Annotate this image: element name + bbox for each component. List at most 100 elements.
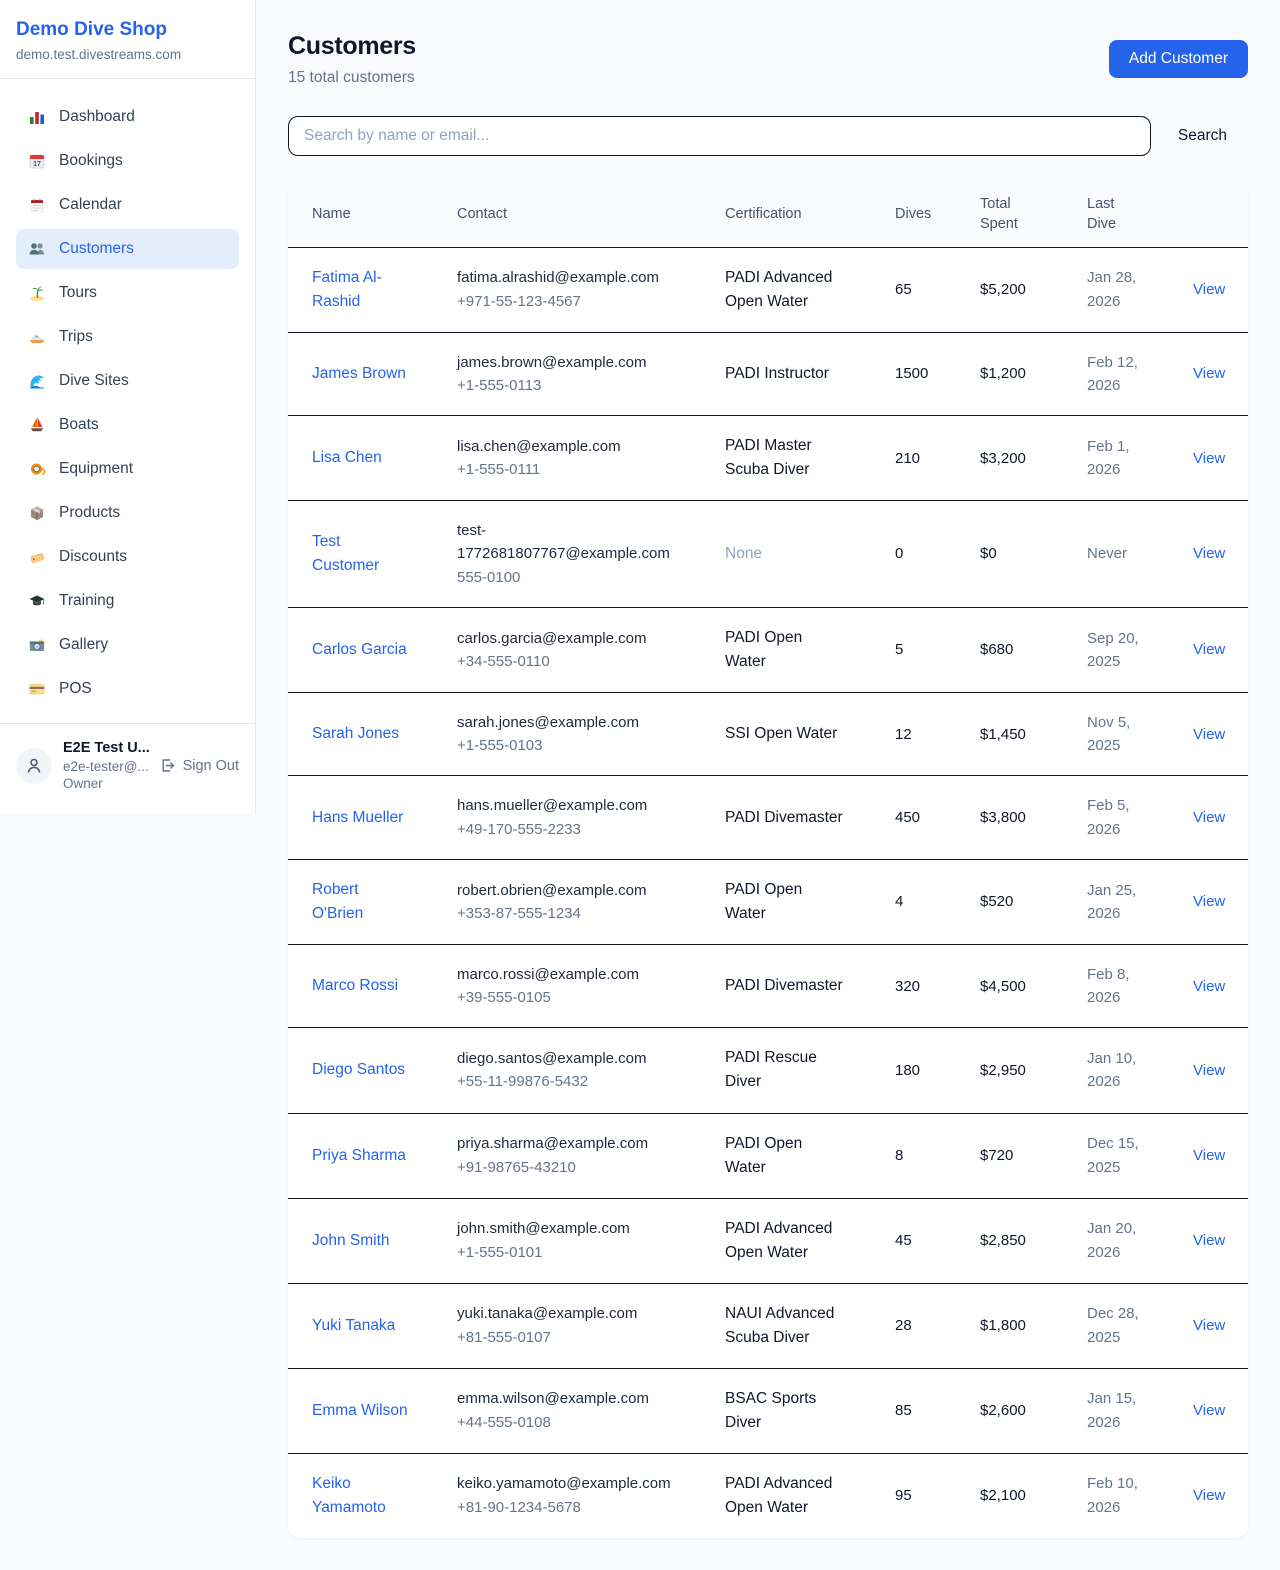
table-row: James Brownjames.brown@example.com+1-555… <box>288 332 1248 416</box>
sign-out-label: Sign Out <box>183 758 239 774</box>
view-link[interactable]: View <box>1193 278 1240 301</box>
search-button[interactable]: Search <box>1178 119 1227 153</box>
customer-name-link[interactable]: James Brown <box>312 362 409 386</box>
sidebar-item-label: Tours <box>59 284 97 302</box>
customer-name-link[interactable]: Emma Wilson <box>312 1399 409 1423</box>
sidebar-item-pos[interactable]: POS <box>16 669 239 709</box>
sidebar-item-customers[interactable]: Customers <box>16 229 239 269</box>
view-link[interactable]: View <box>1193 806 1240 829</box>
sidebar-item-label: Training <box>59 592 114 610</box>
sidebar-item-trips[interactable]: Trips <box>16 317 239 357</box>
package-icon <box>28 504 46 522</box>
customer-certification: PADI Advanced Open Water <box>725 1472 847 1520</box>
customer-certification: PADI Divemaster <box>725 806 847 830</box>
customer-certification: PADI Rescue Diver <box>725 1046 847 1094</box>
person-icon <box>24 756 44 776</box>
sidebar-item-gallery[interactable]: Gallery <box>16 625 239 665</box>
customer-email: fatima.alrashid@example.com <box>457 266 693 289</box>
customer-certification: SSI Open Water <box>725 722 847 746</box>
customer-total-spent: $3,200 <box>980 447 1055 470</box>
spiral-calendar-icon <box>28 196 46 214</box>
customer-name-link[interactable]: Marco Rossi <box>312 974 409 998</box>
sidebar-item-equipment[interactable]: Equipment <box>16 449 239 489</box>
view-link[interactable]: View <box>1193 447 1240 470</box>
sidebar-item-dive-sites[interactable]: Dive Sites <box>16 361 239 401</box>
sidebar-item-boats[interactable]: Boats <box>16 405 239 445</box>
view-link[interactable]: View <box>1193 890 1240 913</box>
customer-name-link[interactable]: Yuki Tanaka <box>312 1314 409 1338</box>
customer-total-spent: $0 <box>980 542 1055 565</box>
customer-dives: 8 <box>895 1144 948 1167</box>
sign-out-button[interactable]: Sign Out <box>159 757 239 774</box>
sidebar-item-dashboard[interactable]: Dashboard <box>16 97 239 137</box>
customer-total-spent: $2,950 <box>980 1059 1055 1082</box>
search-input[interactable] <box>288 116 1151 156</box>
table-row: Diego Santosdiego.santos@example.com+55-… <box>288 1027 1248 1112</box>
customer-dives: 180 <box>895 1059 948 1082</box>
view-link[interactable]: View <box>1193 542 1240 565</box>
customer-last-dive: Jan 10, 2026 <box>1087 1047 1139 1094</box>
view-link[interactable]: View <box>1193 1314 1240 1337</box>
customer-certification: PADI Advanced Open Water <box>725 1217 847 1265</box>
view-link[interactable]: View <box>1193 638 1240 661</box>
view-link[interactable]: View <box>1193 1059 1240 1082</box>
customer-phone: +44-555-0108 <box>457 1411 693 1434</box>
customer-dives: 12 <box>895 723 948 746</box>
view-link[interactable]: View <box>1193 1229 1240 1252</box>
customer-name-link[interactable]: Carlos Garcia <box>312 638 409 662</box>
customer-name-link[interactable]: John Smith <box>312 1229 409 1253</box>
sidebar-item-tours[interactable]: Tours <box>16 273 239 313</box>
customer-name-link[interactable]: Lisa Chen <box>312 446 409 470</box>
table-row: Sarah Jonessarah.jones@example.com+1-555… <box>288 692 1248 776</box>
customer-email: hans.mueller@example.com <box>457 794 693 817</box>
sidebar-item-training[interactable]: Training <box>16 581 239 621</box>
view-link[interactable]: View <box>1193 1399 1240 1422</box>
sidebar-footer: E2E Test U... e2e-tester@... Owner Sign … <box>0 723 255 813</box>
view-link[interactable]: View <box>1193 1484 1240 1507</box>
view-link[interactable]: View <box>1193 975 1240 998</box>
table-row: Fatima Al-Rashid fatima.alrashid@example.… <box>288 248 1248 332</box>
table-row: John Smithjohn.smith@example.com+1-555-0… <box>288 1198 1248 1283</box>
customer-name-link[interactable]: Diego Santos <box>312 1058 409 1082</box>
customer-certification: PADI Divemaster <box>725 974 847 998</box>
calendar-date-icon: 17 <box>28 152 46 170</box>
view-link[interactable]: View <box>1193 723 1240 746</box>
customer-email: carlos.garcia@example.com <box>457 627 693 650</box>
customer-total-spent: $720 <box>980 1144 1055 1167</box>
sidebar-item-calendar[interactable]: Calendar <box>16 185 239 225</box>
customer-name-link[interactable]: Keiko Yamamoto <box>312 1472 409 1520</box>
customer-total-spent: $1,450 <box>980 723 1055 746</box>
customer-dives: 4 <box>895 890 948 913</box>
customer-certification: NAUI Advanced Scuba Diver <box>725 1302 847 1350</box>
sidebar-item-discounts[interactable]: Discounts <box>16 537 239 577</box>
sidebar: Demo Dive Shop demo.test.divestreams.com… <box>0 0 256 813</box>
sidebar-item-bookings[interactable]: 17Bookings <box>16 141 239 181</box>
shop-name[interactable]: Demo Dive Shop <box>16 18 239 42</box>
customers-table: NameContactCertificationDivesTotal Spent… <box>288 182 1248 1538</box>
column-header-last-dive: Last Dive <box>1063 182 1169 247</box>
customer-name-link[interactable]: Robert O'Brien <box>312 878 409 926</box>
page-header: Customers 15 total customers Add Custome… <box>288 32 1248 87</box>
sidebar-item-products[interactable]: Products <box>16 493 239 533</box>
customer-last-dive: Never <box>1087 542 1139 565</box>
user-email: e2e-tester@... <box>63 758 155 776</box>
sidebar-item-label: Trips <box>59 328 93 346</box>
sidebar-item-label: Discounts <box>59 548 127 566</box>
column-header-certification: Certification <box>701 182 871 247</box>
customer-total-spent: $2,100 <box>980 1484 1055 1507</box>
customer-last-dive: Jan 28, 2026 <box>1087 266 1139 313</box>
view-link[interactable]: View <box>1193 362 1240 385</box>
customer-email: james.brown@example.com <box>457 351 693 374</box>
customer-email: lisa.chen@example.com <box>457 435 693 458</box>
customer-name-link[interactable]: Priya Sharma <box>312 1144 409 1168</box>
customer-certification: PADI Open Water <box>725 878 847 926</box>
customer-total-spent: $680 <box>980 638 1055 661</box>
sidebar-item-label: Gallery <box>59 636 108 654</box>
customer-name-link[interactable]: Hans Mueller <box>312 806 409 830</box>
customer-name-link[interactable]: Sarah Jones <box>312 722 409 746</box>
customer-name-link[interactable]: Test Customer <box>312 530 409 578</box>
customer-name-link[interactable]: Fatima Al-Rashid <box>312 266 409 314</box>
sidebar-item-label: Dashboard <box>59 108 135 126</box>
view-link[interactable]: View <box>1193 1144 1240 1167</box>
add-customer-button[interactable]: Add Customer <box>1109 40 1248 78</box>
